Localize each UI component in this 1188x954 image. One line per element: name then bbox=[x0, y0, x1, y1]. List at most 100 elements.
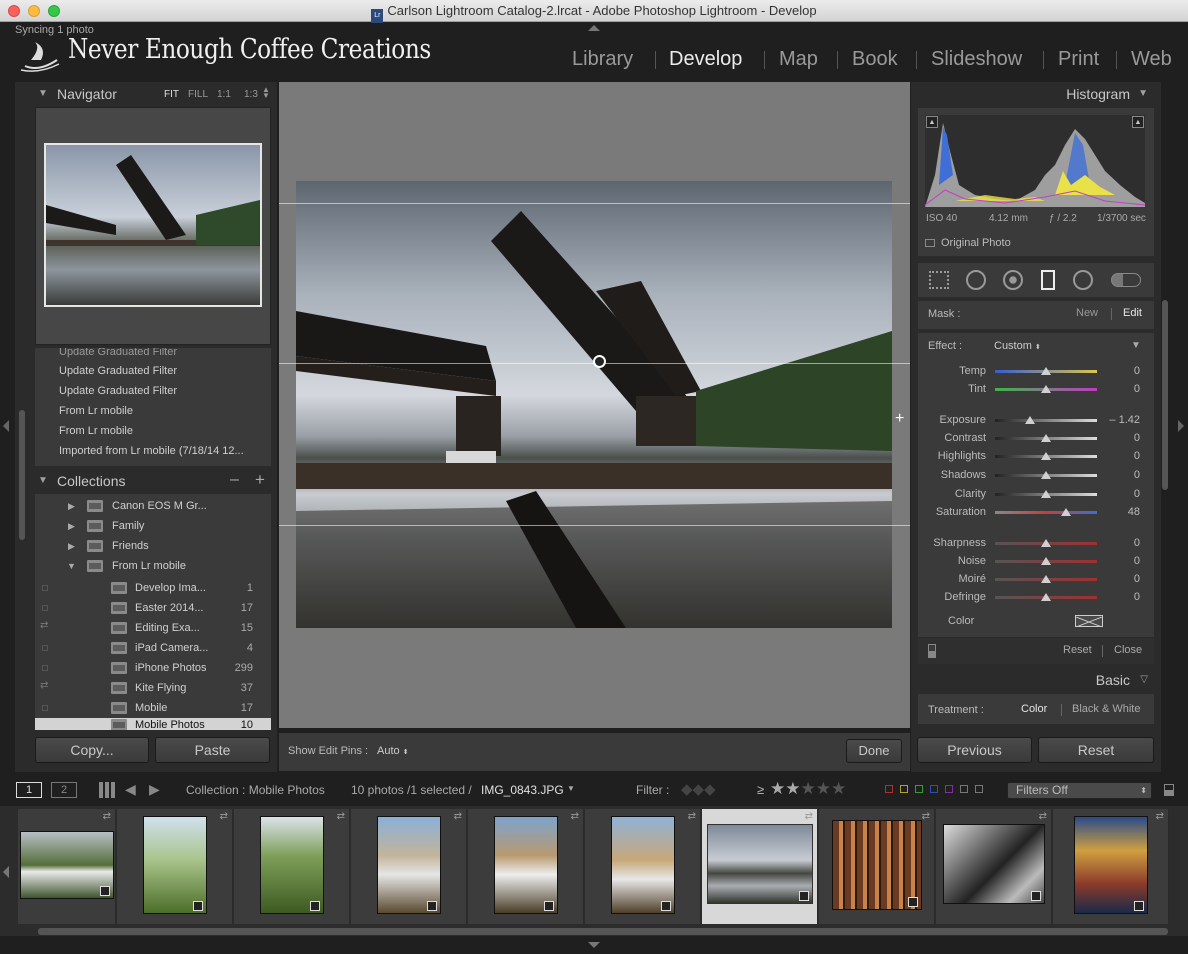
collapse-triangle-icon[interactable]: ▼ bbox=[67, 561, 76, 571]
slider-knob[interactable] bbox=[1024, 416, 1035, 424]
close-window-button[interactable] bbox=[8, 5, 20, 17]
navigator-preview[interactable] bbox=[35, 107, 271, 345]
slider-value[interactable]: 0 bbox=[1100, 450, 1140, 462]
collection-set-item[interactable]: Friends bbox=[112, 540, 149, 552]
collections-header[interactable]: ▼ Collections – + bbox=[33, 470, 273, 492]
right-scrollbar[interactable] bbox=[1162, 300, 1168, 490]
slider-value[interactable]: 0 bbox=[1100, 488, 1140, 500]
grid-view-icon[interactable] bbox=[99, 782, 115, 798]
top-panel-toggle-icon[interactable] bbox=[588, 25, 600, 31]
expand-triangle-icon[interactable]: ▶ bbox=[68, 541, 75, 552]
slider-value[interactable]: 0 bbox=[1100, 591, 1140, 603]
thumbnail-image[interactable] bbox=[494, 816, 558, 914]
filmstrip-thumbnail[interactable]: ⇄ bbox=[18, 809, 116, 924]
slider-knob[interactable] bbox=[1061, 508, 1072, 516]
filmstrip-thumbnail[interactable]: ⇄ bbox=[468, 809, 584, 924]
thumbnail-image[interactable] bbox=[1074, 816, 1148, 914]
rating-stars-icon[interactable]: ★★★★★ bbox=[770, 779, 846, 799]
rating-operator[interactable]: ≥ bbox=[757, 782, 764, 797]
spot-removal-tool-icon[interactable] bbox=[966, 270, 986, 290]
red-eye-tool-icon[interactable] bbox=[1003, 270, 1023, 290]
expand-triangle-icon[interactable]: ▶ bbox=[68, 501, 75, 512]
thumbnail-image[interactable] bbox=[377, 816, 441, 914]
remove-collection-button[interactable]: – bbox=[230, 471, 239, 489]
color-swatch[interactable] bbox=[1075, 615, 1103, 628]
left-panel-toggle-icon[interactable] bbox=[3, 420, 9, 432]
slider-value[interactable]: 0 bbox=[1100, 469, 1140, 481]
zoom-stepper-icon[interactable]: ▲ ▼ bbox=[262, 86, 270, 100]
filter-lock-icon[interactable] bbox=[1164, 784, 1174, 796]
history-item[interactable]: Update Graduated Filter bbox=[59, 365, 177, 377]
original-photo-checkbox[interactable] bbox=[925, 239, 935, 247]
mask-toggle-switch[interactable] bbox=[928, 644, 936, 658]
effect-disclosure-icon[interactable]: ▼ bbox=[1131, 340, 1141, 351]
filmstrip-thumbnail[interactable]: ⇄ bbox=[351, 809, 467, 924]
navigator-header[interactable]: ▼ Navigator FIT FILL 1:1 1:3 ▲ ▼ bbox=[33, 82, 273, 106]
slider-value[interactable]: 0 bbox=[1100, 537, 1140, 549]
filmstrip-thumbnail-selected[interactable]: ⇄ bbox=[702, 809, 818, 924]
previous-button[interactable]: Previous bbox=[917, 737, 1032, 763]
filmstrip-left-arrow-icon[interactable] bbox=[3, 866, 9, 878]
panel-reset-button[interactable]: Reset bbox=[1063, 644, 1092, 656]
slider-value[interactable]: 0 bbox=[1100, 383, 1140, 395]
panel-close-button[interactable]: Close bbox=[1114, 644, 1142, 656]
slider-value[interactable]: 0 bbox=[1100, 432, 1140, 444]
right-panel-toggle-icon[interactable] bbox=[1178, 420, 1184, 432]
zoom-fit[interactable]: FIT bbox=[164, 89, 179, 100]
thumbnail-image[interactable] bbox=[707, 824, 813, 904]
minimize-window-button[interactable] bbox=[28, 5, 40, 17]
collection-row[interactable]: iPhone Photos 299 bbox=[35, 658, 271, 678]
thumbnail-image[interactable] bbox=[943, 824, 1045, 904]
module-book[interactable]: Book bbox=[852, 48, 898, 71]
module-web[interactable]: Web bbox=[1131, 48, 1172, 71]
basic-header[interactable]: Basic ▽ bbox=[918, 668, 1154, 692]
flag-filter-icon[interactable]: ◆◆◆ bbox=[681, 780, 716, 798]
bottom-panel-toggle-icon[interactable] bbox=[588, 942, 600, 948]
history-item[interactable]: From Lr mobile bbox=[59, 425, 133, 437]
slider-value[interactable]: 48 bbox=[1100, 506, 1140, 518]
sync-toggle-icon[interactable] bbox=[42, 585, 48, 591]
crop-tool-icon[interactable] bbox=[929, 271, 949, 289]
graduated-filter-tool-icon[interactable] bbox=[1041, 270, 1055, 290]
second-window-button[interactable]: 2 bbox=[51, 782, 77, 798]
slider-knob[interactable] bbox=[1041, 452, 1051, 460]
zoom-1-3[interactable]: 1:3 bbox=[244, 89, 258, 100]
collection-row[interactable]: iPad Camera... 4 bbox=[35, 638, 271, 658]
sync-toggle-icon[interactable] bbox=[42, 645, 48, 651]
highlight-clipping-toggle[interactable]: ▲ bbox=[1132, 116, 1144, 128]
zoom-fill[interactable]: FILL bbox=[188, 89, 208, 100]
histogram-graph[interactable]: ▲ ▲ bbox=[925, 115, 1145, 207]
color-label-filter-icon[interactable] bbox=[885, 785, 983, 793]
filename-dropdown-icon[interactable]: ▼ bbox=[567, 784, 575, 793]
slider-knob[interactable] bbox=[1041, 593, 1051, 601]
module-develop[interactable]: Develop bbox=[669, 48, 742, 71]
slider-value[interactable]: 0 bbox=[1100, 573, 1140, 585]
slider-knob[interactable] bbox=[1041, 539, 1051, 547]
collection-row[interactable]: Easter 2014... 17 bbox=[35, 598, 271, 618]
history-item[interactable]: Update Graduated Filter bbox=[59, 348, 177, 358]
history-item[interactable]: Imported from Lr mobile (7/18/14 12... bbox=[59, 445, 244, 457]
filmstrip-thumbnail[interactable]: ⇄ bbox=[234, 809, 350, 924]
reset-button[interactable]: Reset bbox=[1038, 737, 1154, 763]
mask-edit-button[interactable]: Edit bbox=[1123, 307, 1142, 319]
slider-knob[interactable] bbox=[1041, 471, 1051, 479]
sync-toggle-icon[interactable] bbox=[42, 665, 48, 671]
treatment-bw-button[interactable]: Black & White bbox=[1072, 703, 1140, 715]
image-canvas[interactable]: + bbox=[279, 82, 910, 728]
expand-triangle-icon[interactable]: ▶ bbox=[68, 521, 75, 532]
slider-knob[interactable] bbox=[1041, 367, 1051, 375]
module-print[interactable]: Print bbox=[1058, 48, 1099, 71]
slider-value[interactable]: 0 bbox=[1100, 555, 1140, 567]
filmstrip-thumbnail[interactable]: ⇄ bbox=[585, 809, 701, 924]
module-library[interactable]: Library bbox=[572, 48, 633, 71]
photo-main[interactable] bbox=[296, 181, 892, 628]
left-scrollbar[interactable] bbox=[19, 410, 25, 540]
collection-row[interactable]: Mobile 17 bbox=[35, 698, 271, 718]
slider-knob[interactable] bbox=[1041, 434, 1051, 442]
slider-knob[interactable] bbox=[1041, 575, 1051, 583]
histogram-header[interactable]: Histogram ▼ bbox=[918, 82, 1154, 106]
source-label[interactable]: Collection : Mobile Photos bbox=[186, 783, 325, 797]
slider-track[interactable] bbox=[995, 511, 1097, 514]
slider-track[interactable] bbox=[995, 419, 1097, 422]
main-window-button[interactable]: 1 bbox=[16, 782, 42, 798]
